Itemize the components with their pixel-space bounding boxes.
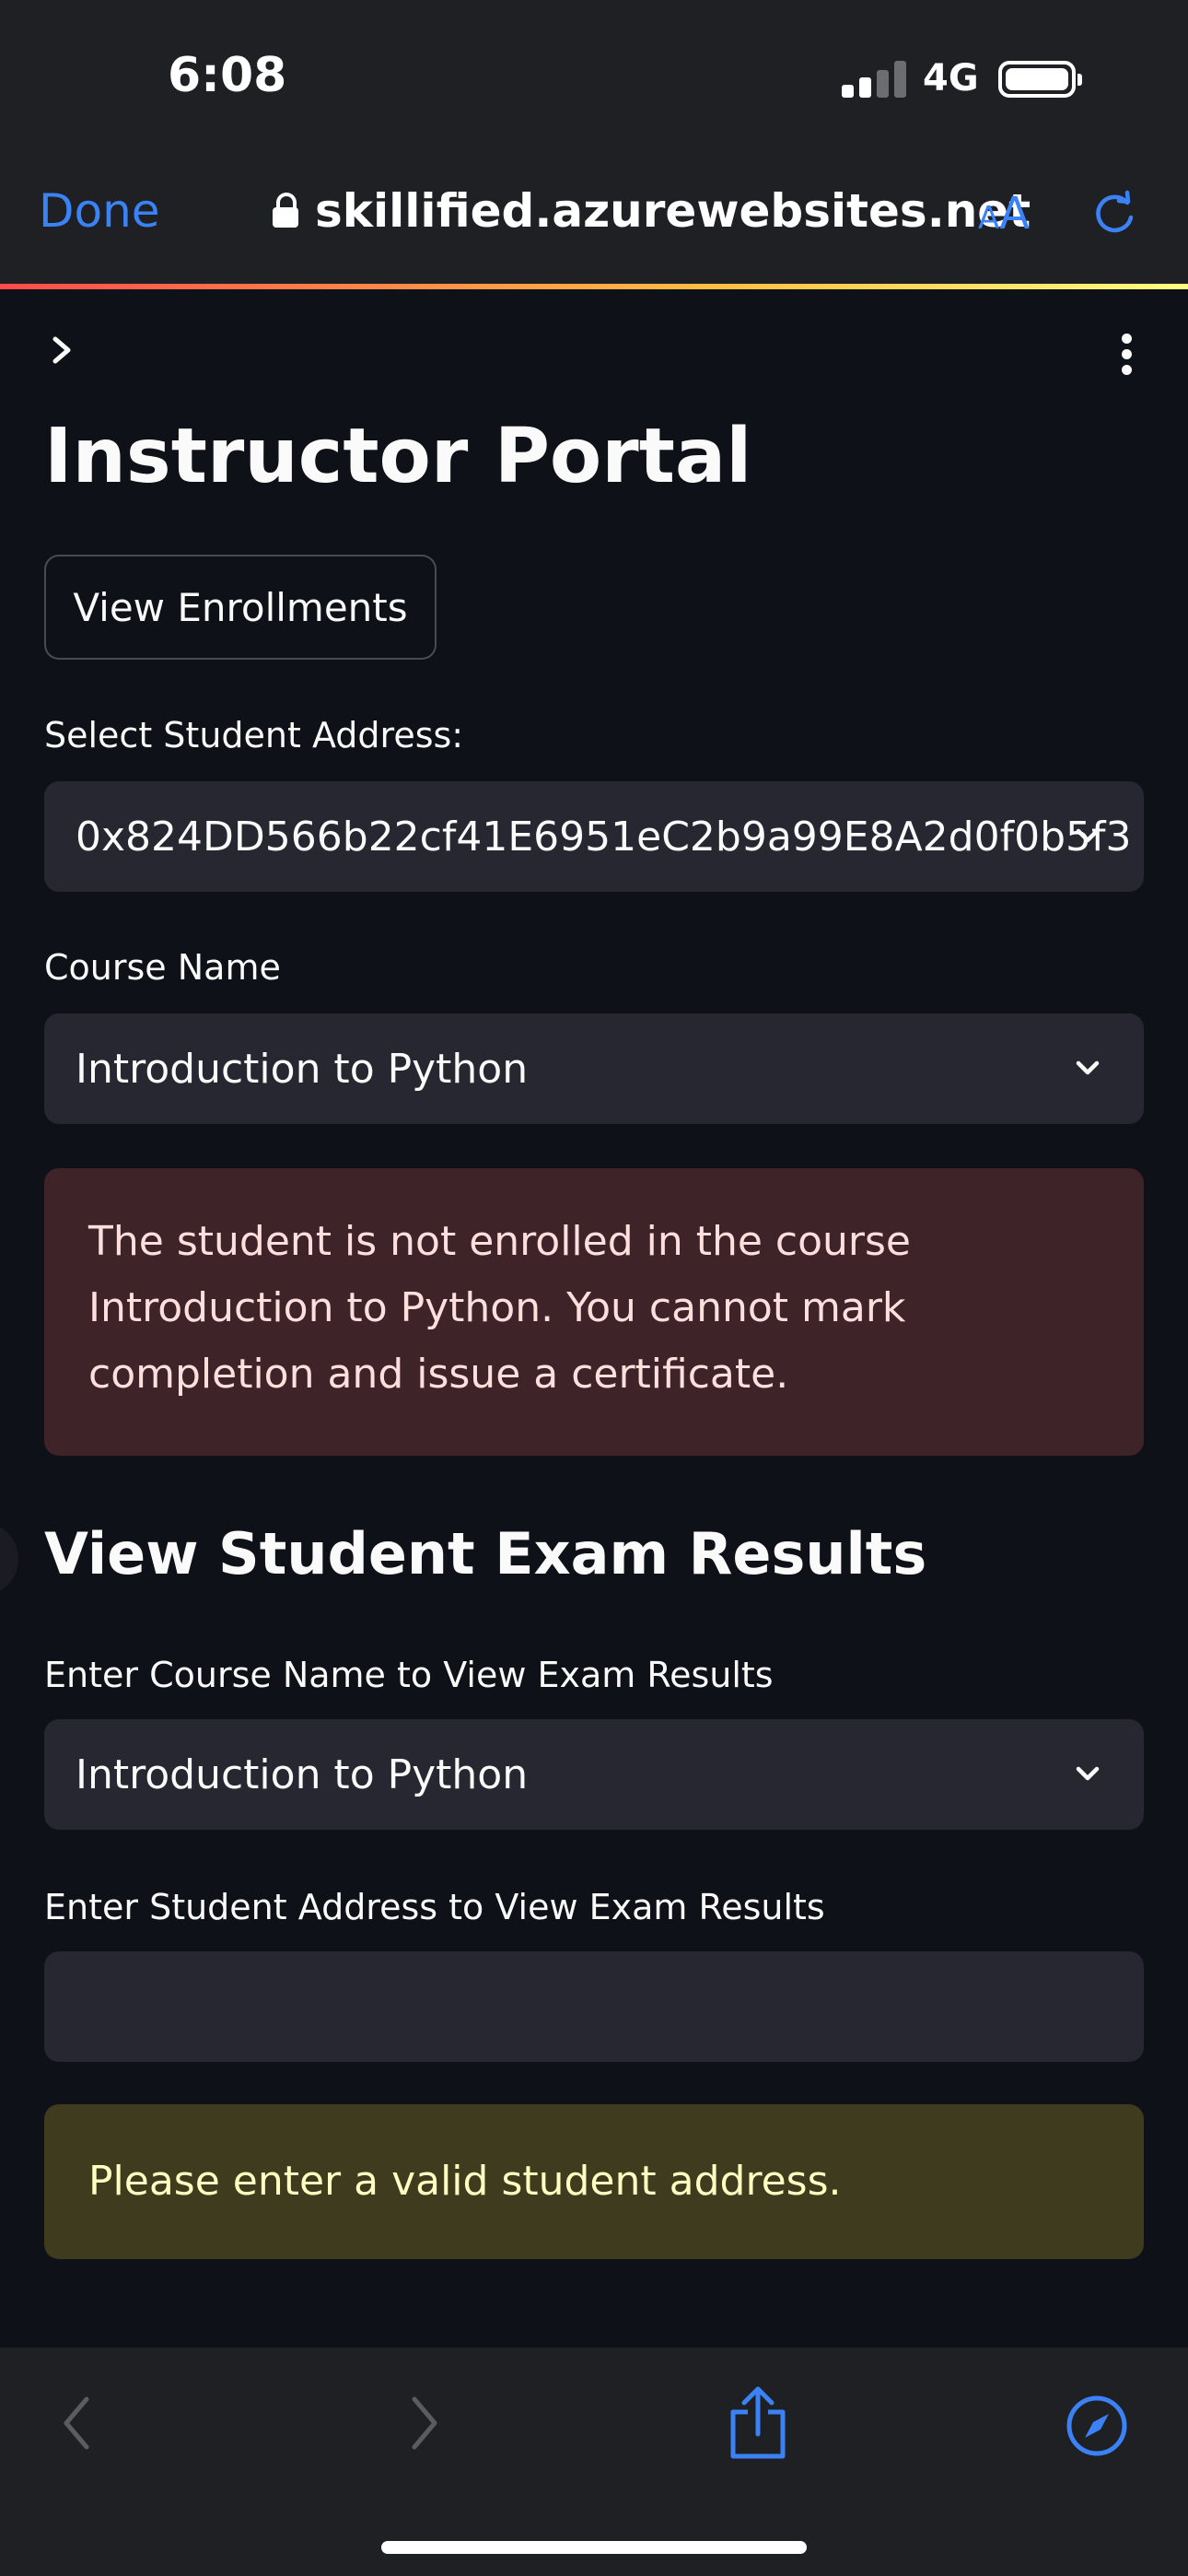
student-address-label: Select Student Address:	[44, 715, 464, 755]
reload-icon[interactable]	[1090, 190, 1138, 238]
exam-course-select[interactable]: Introduction to Python	[44, 1719, 1144, 1830]
done-button[interactable]: Done	[39, 184, 160, 238]
cellular-signal-icon	[842, 61, 906, 98]
text-size-button[interactable]: AA	[978, 188, 1030, 240]
chevron-down-icon	[1076, 1766, 1100, 1781]
course-name-select[interactable]: Introduction to Python	[44, 1013, 1144, 1124]
compass-icon[interactable]	[1065, 2394, 1129, 2458]
header-decoration-line	[0, 284, 1188, 289]
status-time: 6:08	[168, 48, 287, 103]
main-menu-kebab-icon[interactable]	[1116, 332, 1138, 378]
sidebar-expand-chevron-icon[interactable]	[48, 334, 76, 367]
exam-student-address-input[interactable]	[44, 1951, 1144, 2062]
exam-address-label: Enter Student Address to View Exam Resul…	[44, 1887, 825, 1927]
error-message: The student is not enrolled in the cours…	[88, 1218, 911, 1398]
student-address-value: 0x824DD566b22cf41E6951eC2b9a99E8A2d0f0b5…	[76, 813, 1132, 861]
exam-results-heading: View Student Exam Results	[44, 1520, 927, 1587]
text-size-small-glyph: A	[978, 200, 1000, 237]
edge-handle	[0, 1522, 18, 1596]
warning-message: Please enter a valid student address.	[88, 2158, 842, 2205]
home-indicator	[381, 2541, 807, 2554]
page-title: Instructor Portal	[44, 413, 752, 500]
exam-course-label: Enter Course Name to View Exam Results	[44, 1655, 774, 1695]
forward-arrow-icon[interactable]	[405, 2394, 442, 2453]
course-name-label: Course Name	[44, 947, 281, 988]
text-size-large-glyph: A	[999, 188, 1031, 240]
view-enrollments-button[interactable]: View Enrollments	[44, 555, 437, 660]
chevron-down-icon	[1076, 828, 1100, 843]
chevron-down-icon	[1076, 1060, 1100, 1075]
exam-course-value: Introduction to Python	[76, 1751, 529, 1798]
share-icon[interactable]	[728, 2384, 788, 2462]
back-arrow-icon[interactable]	[59, 2394, 96, 2453]
address-bar[interactable]: skillified.azurewebsites.net	[273, 184, 1031, 238]
student-address-select[interactable]: 0x824DD566b22cf41E6951eC2b9a99E8A2d0f0b5…	[44, 781, 1144, 892]
not-enrolled-error-alert: The student is not enrolled in the cours…	[44, 1168, 1144, 1456]
network-type: 4G	[923, 57, 979, 100]
course-name-value: Introduction to Python	[76, 1045, 529, 1093]
lock-icon	[273, 193, 298, 229]
browser-top-bar: 6:08 4G Done skillified.azurewebsites.ne…	[0, 0, 1188, 286]
invalid-address-warning-alert: Please enter a valid student address.	[44, 2104, 1144, 2259]
url-text: skillified.azurewebsites.net	[315, 184, 1031, 238]
battery-icon	[998, 61, 1082, 98]
